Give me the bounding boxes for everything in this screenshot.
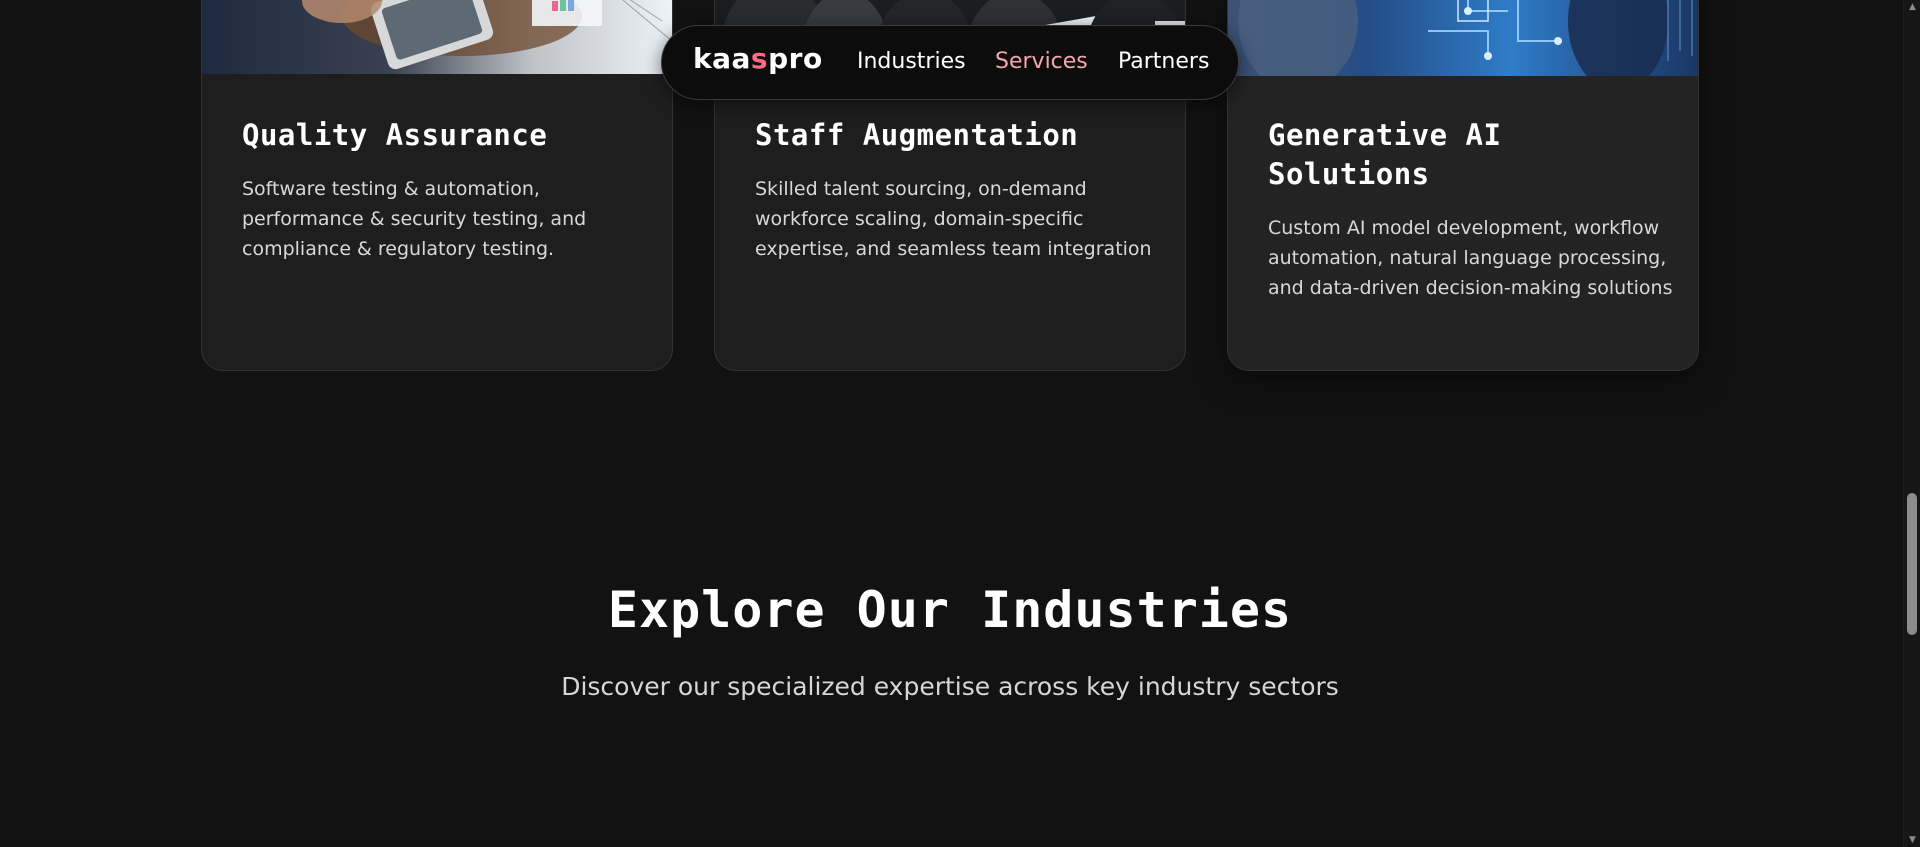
- card-image-generative-ai: [1228, 0, 1698, 76]
- service-card-generative-ai[interactable]: Generative AI Solutions Custom AI model …: [1227, 0, 1699, 371]
- tablet-hands-illustration: [202, 0, 672, 74]
- scroll-down-arrow-icon[interactable]: ▼: [1904, 833, 1920, 847]
- service-card-quality-assurance[interactable]: Quality Assurance Software testing & aut…: [201, 0, 673, 371]
- nav-link-partners[interactable]: Partners: [1118, 49, 1209, 74]
- section-title: Explore Our Industries: [607, 581, 1293, 639]
- card-description: Custom AI model development, workflow au…: [1268, 217, 1673, 299]
- logo-text-end: pro: [768, 42, 823, 75]
- card-title: Generative AI Solutions: [1268, 118, 1502, 191]
- card-image-quality-assurance: [202, 0, 672, 74]
- scrollbar-thumb[interactable]: [1907, 493, 1917, 635]
- top-navigation: kaaspro Industries Services Partners: [661, 25, 1239, 100]
- nav-link-industries[interactable]: Industries: [857, 49, 966, 74]
- vertical-scrollbar[interactable]: ▲ ▼: [1903, 0, 1920, 847]
- card-title: Quality Assurance: [242, 118, 548, 152]
- logo-text-start: kaa: [693, 42, 751, 75]
- page-viewport: Quality Assurance Software testing & aut…: [0, 0, 1920, 847]
- logo-text-accent: s: [750, 42, 769, 75]
- scroll-up-arrow-icon[interactable]: ▲: [1904, 0, 1920, 14]
- nav-link-services[interactable]: Services: [995, 49, 1088, 74]
- card-title: Staff Augmentation: [755, 118, 1079, 152]
- card-description: Skilled talent sourcing, on-demand workf…: [755, 178, 1152, 260]
- card-description: Software testing & automation, performan…: [242, 178, 587, 260]
- ai-circuit-illustration: [1228, 0, 1698, 76]
- section-subtitle: Discover our specialized expertise acros…: [561, 672, 1339, 701]
- brand-logo[interactable]: kaaspro: [693, 42, 823, 75]
